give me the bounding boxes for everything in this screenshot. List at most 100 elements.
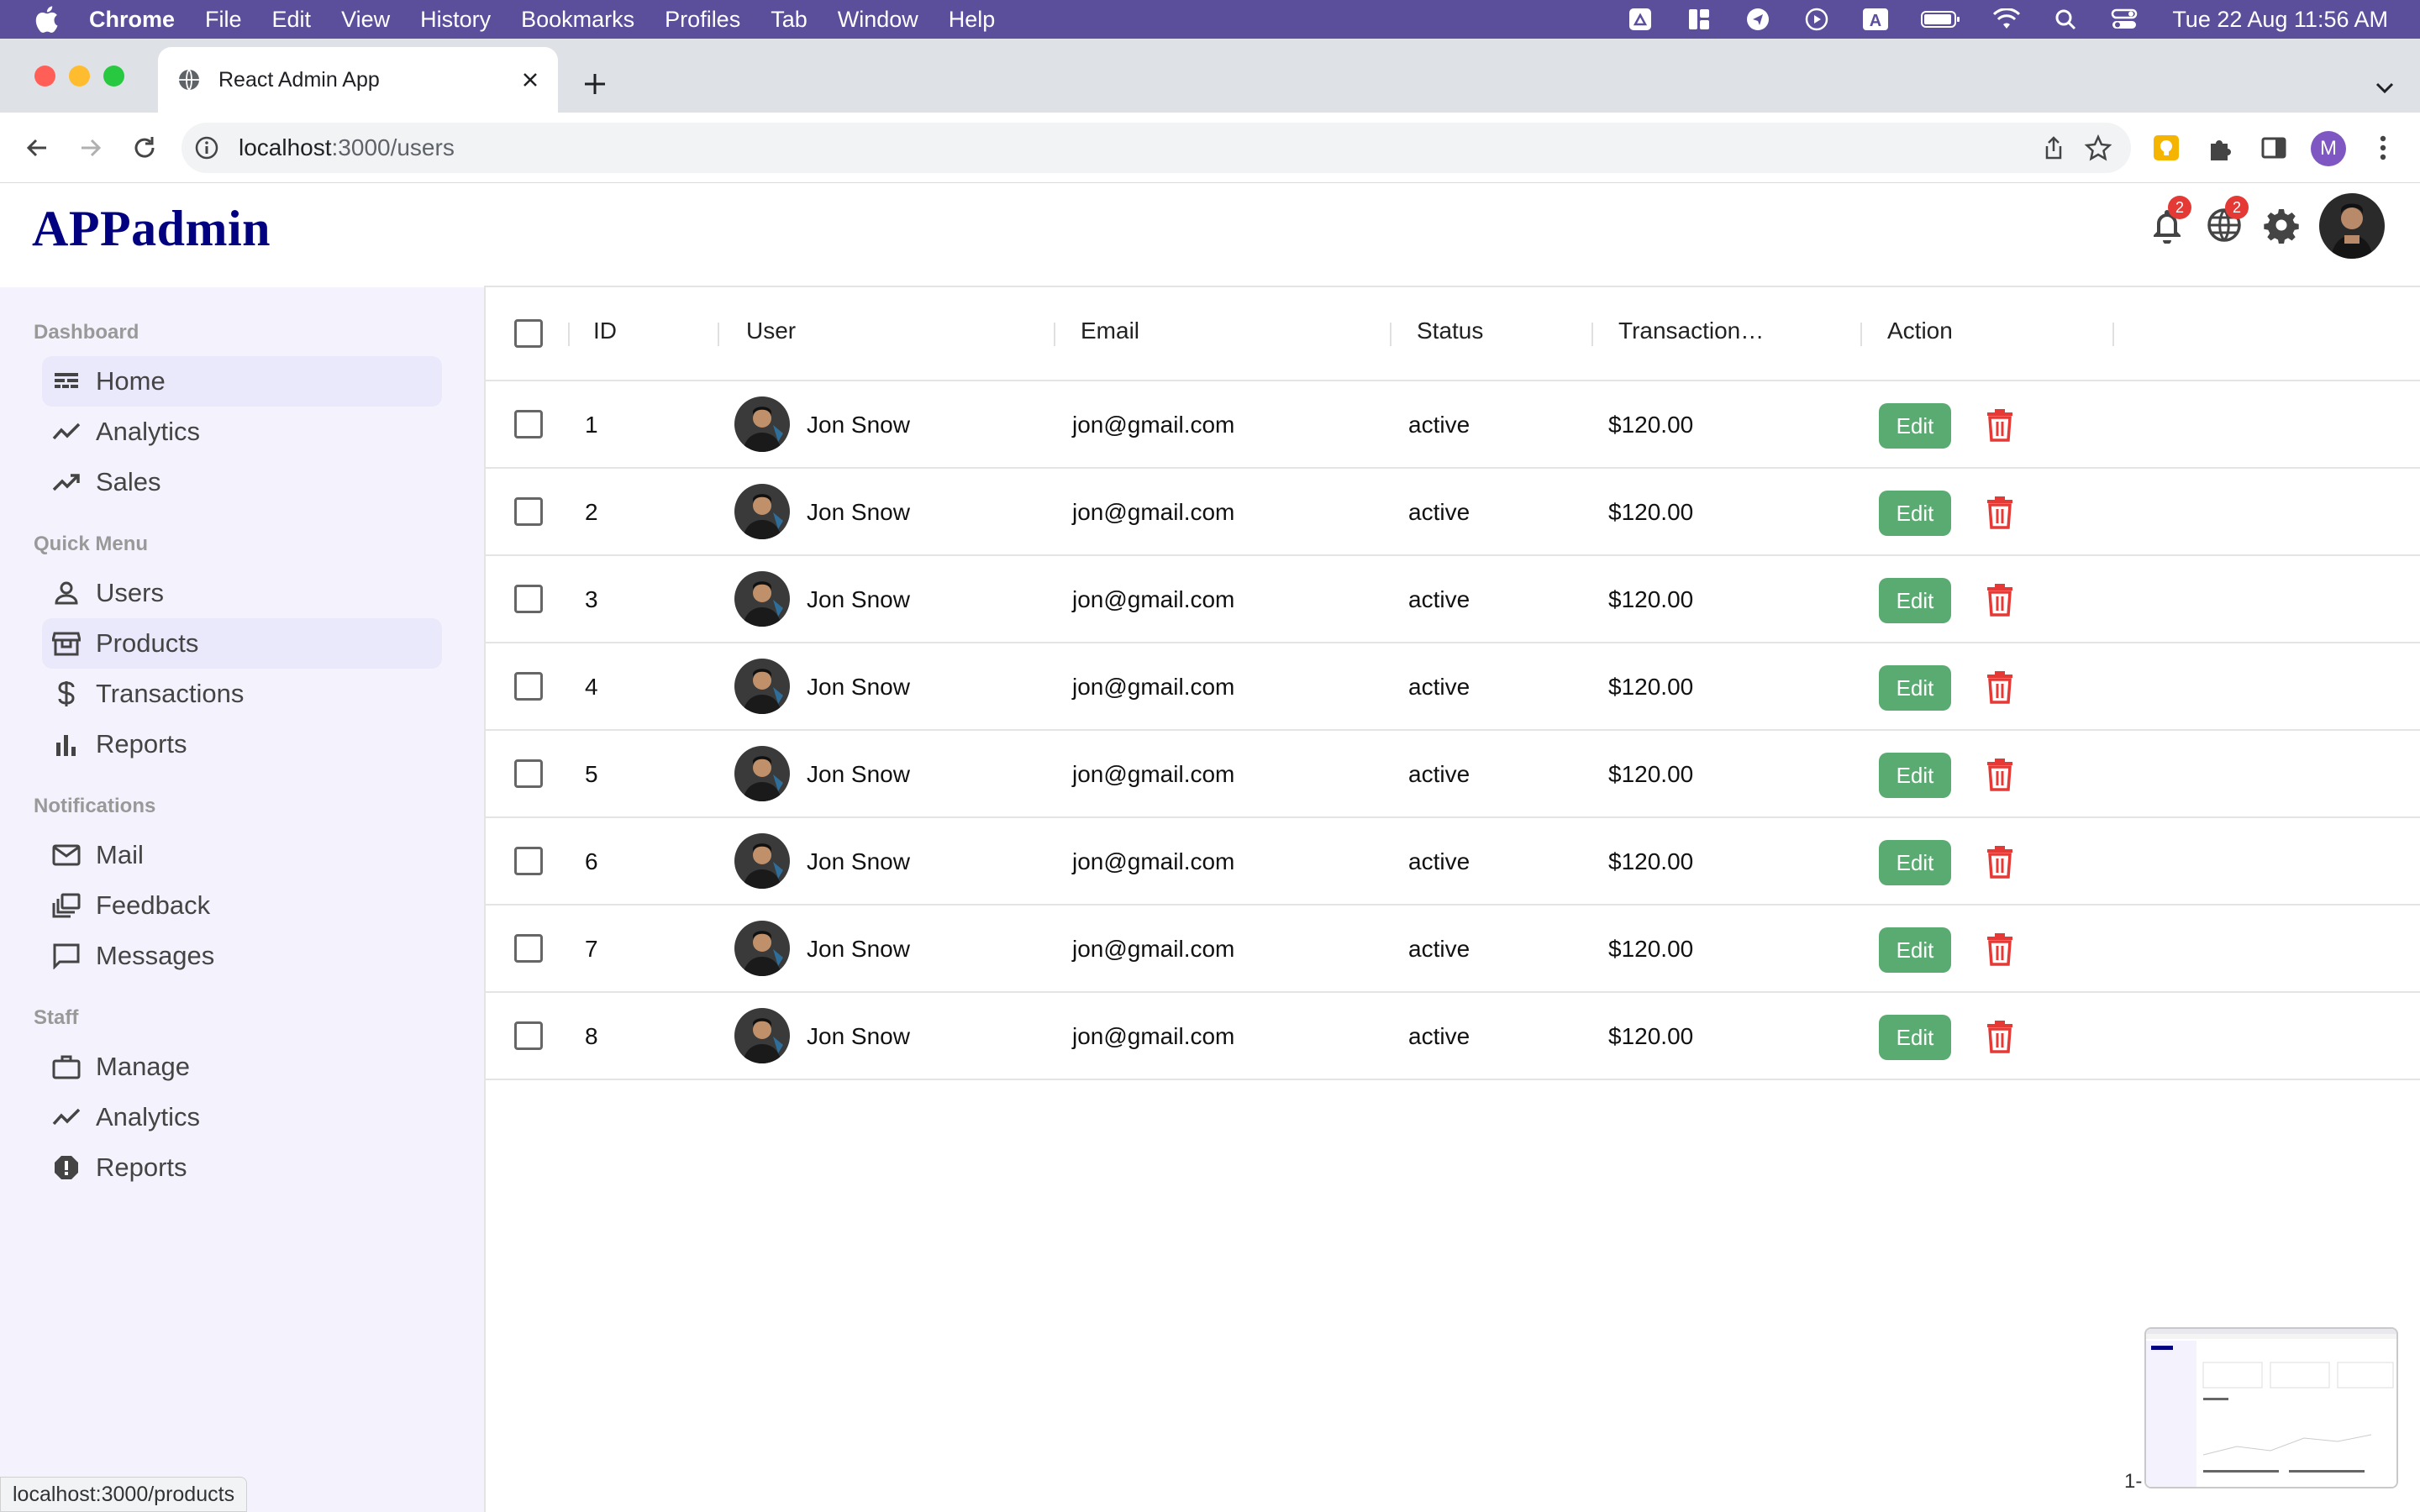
sidebar-item-manage[interactable]: Manage <box>42 1042 442 1092</box>
row-checkbox[interactable] <box>514 934 543 963</box>
edit-button[interactable]: Edit <box>1879 927 1951 973</box>
sidebar-item-mail[interactable]: Mail <box>42 830 442 880</box>
forward-arrow-icon[interactable] <box>74 131 108 165</box>
column-header-user[interactable]: User <box>746 318 796 344</box>
apple-icon[interactable] <box>32 3 60 36</box>
delete-icon[interactable] <box>1981 1018 2018 1055</box>
delete-icon[interactable] <box>1981 756 2018 793</box>
table-row[interactable]: 5 Jon Snow jon@gmail.com active $120.00 … <box>486 731 2420 818</box>
edit-button[interactable]: Edit <box>1879 840 1951 885</box>
row-checkbox[interactable] <box>514 672 543 701</box>
back-arrow-icon[interactable] <box>20 131 54 165</box>
menu-view[interactable]: View <box>341 7 390 33</box>
table-row[interactable]: 2 Jon Snow jon@gmail.com active $120.00 … <box>486 469 2420 556</box>
column-header-email[interactable]: Email <box>1081 318 1139 344</box>
window-zoom-button[interactable] <box>103 66 124 87</box>
sidebar-item-staff-analytics[interactable]: Analytics <box>42 1092 442 1142</box>
table-row[interactable]: 8 Jon Snow jon@gmail.com active $120.00 … <box>486 993 2420 1080</box>
window-close-button[interactable] <box>34 66 55 87</box>
sidebar-item-users[interactable]: Users <box>42 568 442 618</box>
column-header-transaction[interactable]: Transaction… <box>1618 318 1764 344</box>
tab-close-icon[interactable] <box>518 67 543 92</box>
menu-profiles[interactable]: Profiles <box>665 7 740 33</box>
extension-yellow-icon[interactable] <box>2149 131 2183 165</box>
profile-avatar[interactable]: M <box>2311 131 2346 166</box>
edit-button[interactable]: Edit <box>1879 665 1951 711</box>
menu-window[interactable]: Window <box>838 7 918 33</box>
notifications-bell-icon[interactable]: 2 <box>2144 196 2191 248</box>
select-all-checkbox[interactable] <box>514 319 543 348</box>
edit-button[interactable]: Edit <box>1879 1015 1951 1060</box>
column-separator[interactable] <box>2112 323 2114 346</box>
edit-button[interactable]: Edit <box>1879 491 1951 536</box>
edit-button[interactable]: Edit <box>1879 753 1951 798</box>
settings-gear-icon[interactable] <box>2259 202 2304 248</box>
column-separator[interactable] <box>1591 323 1593 346</box>
delete-icon[interactable] <box>1981 931 2018 968</box>
menu-history[interactable]: History <box>420 7 491 33</box>
table-row[interactable]: 7 Jon Snow jon@gmail.com active $120.00 … <box>486 906 2420 993</box>
sidebar-item-messages[interactable]: Messages <box>42 931 442 981</box>
drive-icon[interactable] <box>1626 5 1655 34</box>
share-icon[interactable] <box>2040 134 2067 161</box>
sidebar-item-staff-reports[interactable]: Reports <box>42 1142 442 1193</box>
row-checkbox[interactable] <box>514 410 543 438</box>
delete-icon[interactable] <box>1981 843 2018 880</box>
table-row[interactable]: 6 Jon Snow jon@gmail.com active $120.00 … <box>486 818 2420 906</box>
sidebar-item-products[interactable]: Products <box>42 618 442 669</box>
delete-icon[interactable] <box>1981 581 2018 618</box>
wifi-icon[interactable] <box>1992 5 2021 34</box>
sidebar-item-reports[interactable]: Reports <box>42 719 442 769</box>
keyboard-a-icon[interactable]: A <box>1861 5 1890 34</box>
table-row[interactable]: 3 Jon Snow jon@gmail.com active $120.00 … <box>486 556 2420 643</box>
column-header-id[interactable]: ID <box>593 318 617 344</box>
delete-icon[interactable] <box>1981 407 2018 444</box>
play-icon[interactable] <box>1802 5 1831 34</box>
browser-tab[interactable]: React Admin App <box>158 47 558 113</box>
url-text[interactable]: localhost:3000/users <box>239 134 455 161</box>
row-checkbox[interactable] <box>514 585 543 613</box>
window-minimize-button[interactable] <box>69 66 90 87</box>
sidebar-item-sales[interactable]: Sales <box>42 457 442 507</box>
column-separator[interactable] <box>1054 323 1055 346</box>
reload-icon[interactable] <box>128 131 161 165</box>
column-separator[interactable] <box>568 323 570 346</box>
spotlight-icon[interactable] <box>2051 5 2080 34</box>
send-icon[interactable] <box>1744 5 1772 34</box>
sidebar-item-analytics[interactable]: Analytics <box>42 407 442 457</box>
site-info-icon[interactable] <box>193 134 220 161</box>
menu-tab[interactable]: Tab <box>771 7 808 33</box>
menu-bookmarks[interactable]: Bookmarks <box>521 7 634 33</box>
menubar-clock[interactable]: Tue 22 Aug 11:56 AM <box>2172 7 2388 33</box>
grid-icon[interactable] <box>1685 5 1713 34</box>
column-separator[interactable] <box>1390 323 1392 346</box>
menu-edit[interactable]: Edit <box>272 7 312 33</box>
control-center-icon[interactable] <box>2110 5 2139 34</box>
table-row[interactable]: 4 Jon Snow jon@gmail.com active $120.00 … <box>486 643 2420 731</box>
extensions-puzzle-icon[interactable] <box>2203 131 2237 165</box>
column-separator[interactable] <box>718 323 719 346</box>
row-checkbox[interactable] <box>514 497 543 526</box>
edit-button[interactable]: Edit <box>1879 403 1951 449</box>
language-globe-icon[interactable]: 2 <box>2202 196 2249 248</box>
user-avatar[interactable] <box>2319 193 2385 259</box>
column-header-action[interactable]: Action <box>1887 318 1953 344</box>
row-checkbox[interactable] <box>514 1021 543 1050</box>
table-row[interactable]: 1 Jon Snow jon@gmail.com active $120.00 … <box>486 381 2420 469</box>
edit-button[interactable]: Edit <box>1879 578 1951 623</box>
chrome-menu-kebab-icon[interactable] <box>2366 131 2400 165</box>
delete-icon[interactable] <box>1981 494 2018 531</box>
screenshot-thumbnail-preview[interactable] <box>2144 1327 2398 1488</box>
sidebar-item-home[interactable]: Home <box>42 356 442 407</box>
column-header-status[interactable]: Status <box>1417 318 1483 344</box>
delete-icon[interactable] <box>1981 669 2018 706</box>
battery-icon[interactable] <box>1920 5 1962 34</box>
menu-file[interactable]: File <box>205 7 242 33</box>
sidebar-item-feedback[interactable]: Feedback <box>42 880 442 931</box>
tab-search-chevron-icon[interactable] <box>2371 74 2398 101</box>
new-tab-plus-icon[interactable] <box>580 69 610 99</box>
row-checkbox[interactable] <box>514 759 543 788</box>
app-logo[interactable]: APPadmin <box>32 200 271 258</box>
menu-app-name[interactable]: Chrome <box>89 7 175 33</box>
bookmark-star-icon[interactable] <box>2084 134 2112 162</box>
